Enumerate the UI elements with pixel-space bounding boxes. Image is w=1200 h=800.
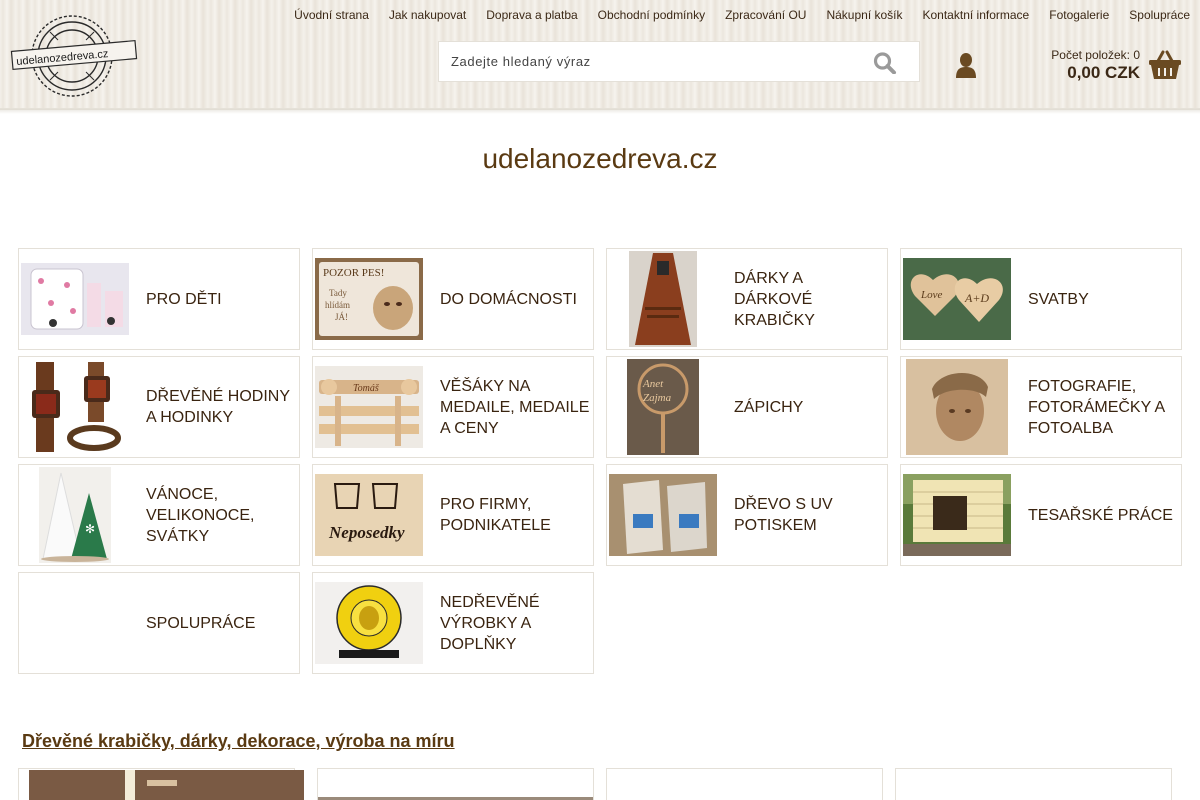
category-label: DO DOMÁCNOSTI bbox=[440, 290, 577, 308]
saw-blade-logo-icon: udelanozedreva.cz bbox=[10, 15, 138, 97]
user-account-button[interactable] bbox=[954, 52, 978, 80]
category-thumbnail: ✻ bbox=[19, 465, 131, 565]
search-icon bbox=[873, 52, 896, 75]
category-tile-do-domacnosti[interactable]: POZOR PES! Tady hlídám JÁ! DO DOMÁCNOSTI bbox=[312, 248, 594, 350]
product-photo-icon bbox=[29, 770, 304, 800]
category-tile-drevo-s-uv-potiskem[interactable]: DŘEVO S UV POTISKEM bbox=[606, 464, 888, 566]
category-label: TESAŘSKÉ PRÁCE bbox=[1028, 506, 1173, 524]
section-heading-link[interactable]: Dřevěné krabičky, dárky, dekorace, výrob… bbox=[22, 731, 455, 752]
category-tile-pro-firmy[interactable]: Neposedky PRO FIRMY, PODNIKATELE bbox=[312, 464, 594, 566]
category-label: PRO FIRMY, PODNIKATELE bbox=[440, 496, 551, 534]
category-tile-nedrevene-vyrobky[interactable]: NEDŘEVĚNÉ VÝROBKY A DOPLŇKY bbox=[312, 572, 594, 674]
nav-link-uvodni-strana[interactable]: Úvodní strana bbox=[284, 7, 379, 23]
category-thumbnail bbox=[901, 465, 1013, 565]
search-button[interactable] bbox=[873, 52, 897, 75]
nav-link-fotogalerie[interactable]: Fotogalerie bbox=[1039, 7, 1119, 23]
category-thumbnail: Love A+D bbox=[901, 249, 1013, 349]
category-thumbnail bbox=[607, 249, 719, 349]
engraved-photo-icon bbox=[906, 359, 1008, 455]
cart-total: 0,00 CZK bbox=[1067, 63, 1140, 82]
category-thumbnail: POZOR PES! Tady hlídám JÁ! bbox=[313, 249, 425, 349]
svg-text:Love: Love bbox=[920, 289, 943, 301]
nav-link-doprava-a-platba[interactable]: Doprava a platba bbox=[476, 7, 587, 23]
cake-topper-photo-icon: Anet Zajma bbox=[627, 359, 699, 455]
uv-print-photo-icon bbox=[609, 474, 717, 556]
product-card[interactable] bbox=[317, 768, 594, 800]
svg-text:Tady: Tady bbox=[329, 288, 347, 298]
site-logo[interactable]: udelanozedreva.cz bbox=[10, 10, 138, 100]
category-label: VÁNOCE, VELIKONOCE, SVÁTKY bbox=[146, 485, 255, 545]
category-label: VĚŠÁKY NA MEDAILE, MEDAILE A CENY bbox=[440, 377, 590, 437]
svg-text:Tomáš: Tomáš bbox=[353, 383, 380, 394]
category-label: SPOLUPRÁCE bbox=[146, 614, 256, 632]
cart-widget[interactable]: Počet položek: 0 0,00 CZK bbox=[1042, 46, 1182, 86]
category-tile-tesarske-prace[interactable]: TESAŘSKÉ PRÁCE bbox=[900, 464, 1182, 566]
nav-link-obchodni-podminky[interactable]: Obchodní podmínky bbox=[588, 7, 715, 23]
category-thumbnail bbox=[19, 357, 131, 457]
category-label: ZÁPICHY bbox=[734, 398, 804, 416]
category-tile-spoluprace[interactable]: SPOLUPRÁCE bbox=[18, 572, 300, 674]
search-input[interactable] bbox=[439, 42, 859, 81]
svg-text:Neposedky: Neposedky bbox=[328, 523, 405, 542]
company-sign-photo-icon: Neposedky bbox=[315, 474, 423, 556]
category-thumbnail: Anet Zajma bbox=[607, 357, 719, 457]
category-label: DŘEVO S UV POTISKEM bbox=[734, 496, 833, 534]
category-thumbnail bbox=[19, 573, 131, 673]
category-tile-drevene-hodiny-a-hodinky[interactable]: DŘEVĚNÉ HODINY A HODINKY bbox=[18, 356, 300, 458]
nav-link-kontaktni-informace[interactable]: Kontaktní informace bbox=[913, 7, 1040, 23]
nav-link-nakupni-kosik[interactable]: Nákupní košík bbox=[816, 7, 912, 23]
nav-link-jak-nakupovat[interactable]: Jak nakupovat bbox=[379, 7, 476, 23]
wooden-watch-photo-icon bbox=[28, 360, 122, 454]
category-thumbnail bbox=[607, 465, 719, 565]
christmas-trees-photo-icon: ✻ bbox=[39, 467, 111, 563]
cart-item-count: Počet položek: 0 bbox=[1051, 48, 1140, 62]
product-card[interactable] bbox=[895, 768, 1172, 800]
dog-sign-photo-icon: POZOR PES! Tady hlídám JÁ! bbox=[315, 258, 423, 340]
kids-clock-photo-icon bbox=[21, 263, 129, 335]
page-title: udelanozedreva.cz bbox=[482, 143, 718, 174]
doghouse-photo-icon bbox=[903, 474, 1011, 556]
category-tile-fotografie[interactable]: FOTOGRAFIE, FOTORÁMEČKY A FOTOALBA bbox=[900, 356, 1182, 458]
category-thumbnail bbox=[19, 249, 131, 349]
category-thumbnail: Tomáš bbox=[313, 357, 425, 457]
category-tile-vesaky-na-medaile[interactable]: Tomáš VĚŠÁKY NA MEDAILE, MEDAILE A CENY bbox=[312, 356, 594, 458]
category-thumbnail bbox=[313, 573, 425, 673]
product-card[interactable] bbox=[606, 768, 883, 800]
category-label: FOTOGRAFIE, FOTORÁMEČKY A FOTOALBA bbox=[1028, 377, 1165, 437]
svg-text:Zajma: Zajma bbox=[643, 392, 672, 404]
svg-text:✻: ✻ bbox=[85, 522, 95, 536]
site-header: udelanozedreva.cz Úvodní strana Jak naku… bbox=[0, 0, 1200, 114]
category-tile-zapichy[interactable]: Anet Zajma ZÁPICHY bbox=[606, 356, 888, 458]
product-card[interactable] bbox=[18, 768, 304, 800]
wedding-hearts-photo-icon: Love A+D bbox=[903, 258, 1011, 340]
category-label: NEDŘEVĚNÉ VÝROBKY A DOPLŇKY bbox=[440, 593, 540, 653]
user-icon bbox=[956, 53, 976, 78]
category-thumbnail bbox=[901, 357, 1013, 457]
category-label: SVATBY bbox=[1028, 290, 1089, 308]
svg-text:Anet: Anet bbox=[642, 378, 664, 390]
nav-link-zpracovani-ou[interactable]: Zpracování OU bbox=[715, 7, 816, 23]
category-label: PRO DĚTI bbox=[146, 290, 222, 308]
medal-hanger-photo-icon: Tomáš bbox=[315, 366, 423, 448]
svg-text:hlídám: hlídám bbox=[325, 300, 350, 310]
top-navigation: Úvodní strana Jak nakupovat Doprava a pl… bbox=[284, 7, 1190, 23]
category-thumbnail: Neposedky bbox=[313, 465, 425, 565]
nav-link-spoluprace[interactable]: Spolupráce bbox=[1119, 7, 1190, 23]
yellow-stand-photo-icon bbox=[315, 582, 423, 664]
svg-text:A+D: A+D bbox=[964, 291, 989, 305]
svg-text:POZOR PES!: POZOR PES! bbox=[323, 267, 384, 279]
category-tile-pro-deti[interactable]: PRO DĚTI bbox=[18, 248, 300, 350]
category-label: DŘEVĚNÉ HODINY A HODINKY bbox=[146, 388, 290, 426]
category-tile-vanoce[interactable]: ✻ VÁNOCE, VELIKONOCE, SVÁTKY bbox=[18, 464, 300, 566]
category-label: DÁRKY A DÁRKOVÉ KRABIČKY bbox=[734, 269, 815, 329]
category-tile-svatby[interactable]: Love A+D SVATBY bbox=[900, 248, 1182, 350]
shopping-basket-icon bbox=[1149, 50, 1181, 79]
svg-text:JÁ!: JÁ! bbox=[335, 312, 348, 322]
bottle-opener-photo-icon bbox=[629, 251, 697, 347]
category-tile-darky-a-darkove-krabicky[interactable]: DÁRKY A DÁRKOVÉ KRABIČKY bbox=[606, 248, 888, 350]
search-box bbox=[438, 41, 920, 82]
